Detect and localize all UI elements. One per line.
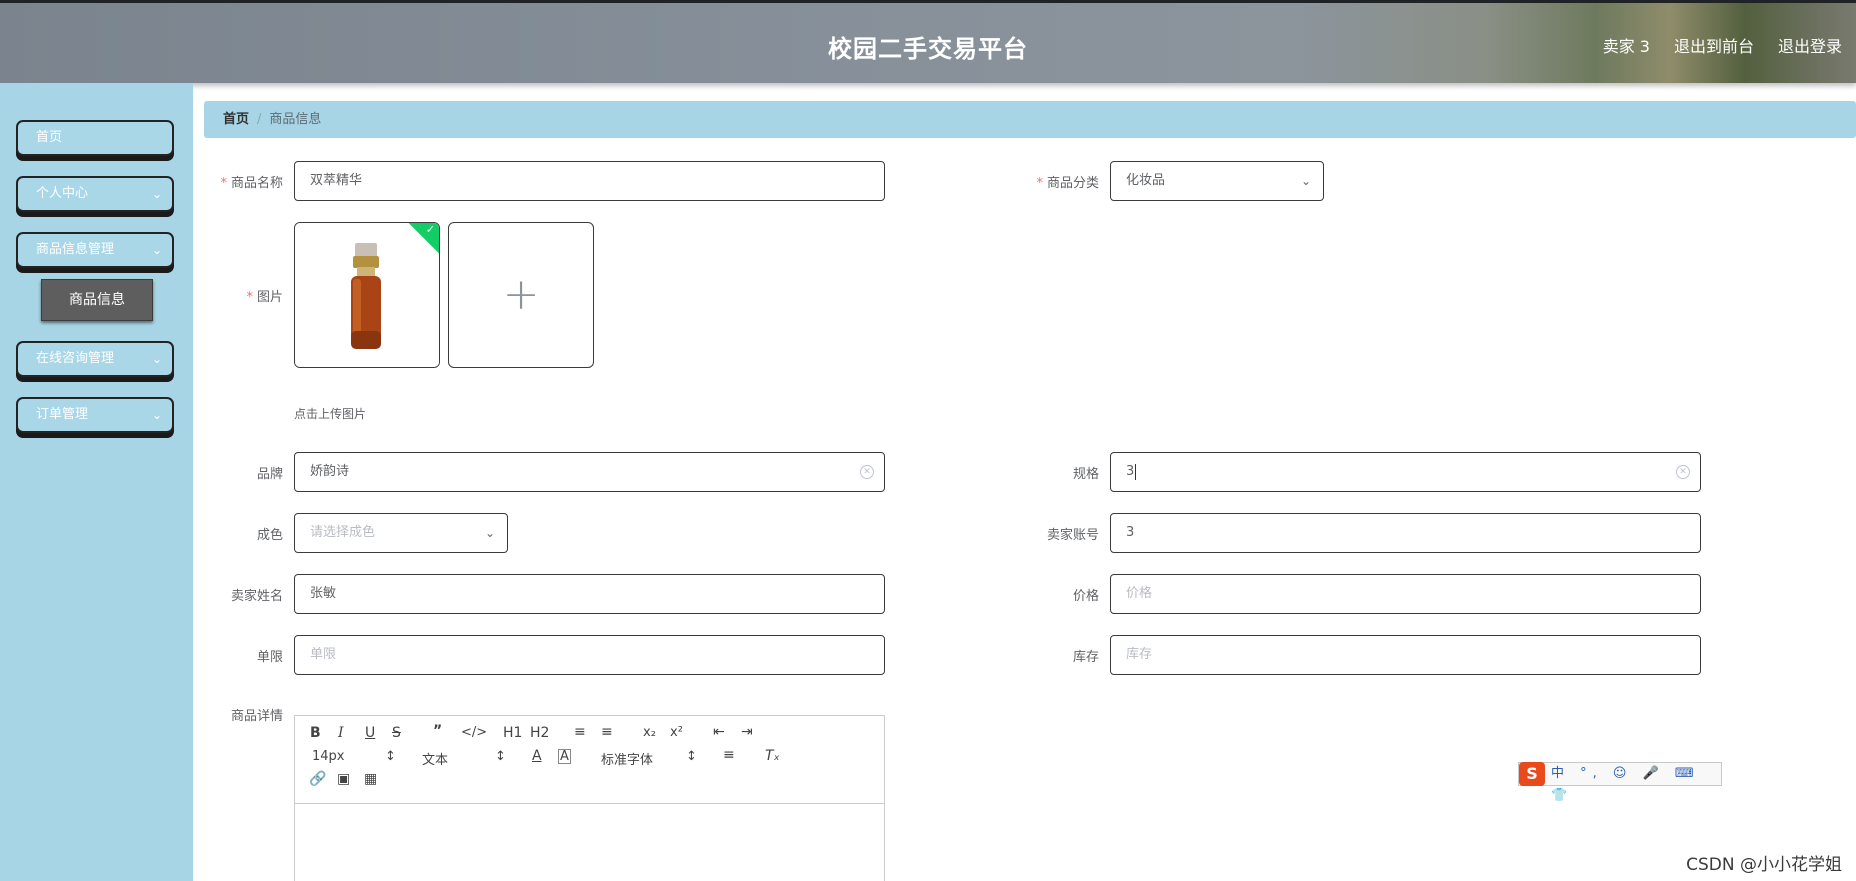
current-user-label[interactable]: 卖家 3 <box>1603 33 1650 57</box>
align-icon[interactable]: ≡ <box>723 747 735 763</box>
limit-label: 单限 <box>256 650 283 665</box>
brand-value: 娇韵诗 <box>310 464 350 479</box>
site-title: 校园二手交易平台 <box>828 35 1028 63</box>
ime-toolbar[interactable]: S 中 °, ☺ 🎤 ⌨ 👕 <box>1518 762 1722 803</box>
image-icon[interactable]: ▣ <box>337 771 350 787</box>
chevron-updown-icon: ↕ <box>495 749 506 764</box>
sidebar-item-label: 在线咨询管理 <box>36 351 115 366</box>
blockquote-icon[interactable]: ” <box>433 723 442 739</box>
category-value: 化妆品 <box>1126 173 1166 188</box>
sidebar: 首页 个人中心 ⌄ 商品信息管理 ⌄ 商品信息 在线咨询管理 ⌄ 订单管理 ⌄ <box>0 83 193 881</box>
subscript-icon[interactable]: x₂ <box>643 725 656 740</box>
sidebar-item-label: 个人中心 <box>36 186 89 201</box>
sidebar-item-product-management[interactable]: 商品信息管理 ⌄ <box>16 232 174 268</box>
plus-icon: + <box>502 269 540 320</box>
image-label: * 图片 <box>246 290 283 305</box>
breadcrumb: 首页 / 商品信息 <box>204 101 1856 138</box>
spec-input[interactable]: 3 ✕ <box>1110 452 1701 492</box>
sidebar-item-consult-management[interactable]: 在线咨询管理 ⌄ <box>16 341 174 377</box>
spec-label: 规格 <box>1072 467 1099 482</box>
condition-label: 成色 <box>256 528 283 543</box>
seller-account-label: 卖家账号 <box>1046 528 1099 543</box>
spec-value: 3 <box>1126 464 1135 479</box>
ime-icons: 中 °, ☺ 🎤 ⌨ 👕 <box>1551 766 1700 803</box>
sidebar-item-label: 首页 <box>36 130 63 145</box>
chevron-updown-icon: ↕ <box>385 749 396 764</box>
bold-icon[interactable]: B <box>310 725 321 741</box>
link-icon[interactable]: 🔗 <box>309 771 326 787</box>
limit-input[interactable]: 单限 <box>294 635 885 675</box>
chevron-down-icon: ⌄ <box>151 243 162 257</box>
breadcrumb-current: 商品信息 <box>269 112 322 127</box>
chevron-down-icon: ⌄ <box>151 408 162 422</box>
stock-label: 库存 <box>1072 650 1099 665</box>
font-size-select[interactable]: 14px <box>312 749 345 764</box>
condition-select[interactable]: 请选择成色 ⌄ <box>294 513 508 553</box>
sidebar-item-personal-center[interactable]: 个人中心 ⌄ <box>16 176 174 212</box>
product-name-input[interactable]: 双萃精华 <box>294 161 885 201</box>
seller-name-input[interactable]: 张敏 <box>294 574 885 614</box>
header-actions: 卖家 3 退出到前台 退出登录 <box>1603 33 1842 57</box>
sidebar-item-label: 商品信息管理 <box>36 242 115 257</box>
sidebar-item-order-management[interactable]: 订单管理 ⌄ <box>16 397 174 433</box>
text-caret <box>1135 463 1137 480</box>
uploaded-image-thumb[interactable]: ✓ <box>294 222 440 368</box>
text-type-select[interactable]: 文本 <box>422 749 448 768</box>
background-color-icon[interactable]: A <box>558 749 571 764</box>
back-to-front-link[interactable]: 退出到前台 <box>1674 33 1754 57</box>
sidebar-subitem-product-info[interactable]: 商品信息 <box>41 279 153 321</box>
ordered-list-icon[interactable]: ≡ <box>574 724 586 740</box>
chevron-updown-icon: ↕ <box>686 749 697 764</box>
header1-icon[interactable]: H1 <box>503 725 522 741</box>
stock-input[interactable]: 库存 <box>1110 635 1701 675</box>
seller-account-input[interactable]: 3 <box>1110 513 1701 553</box>
upload-add-button[interactable]: + <box>448 222 594 368</box>
rich-text-editor: B I U S ” </> H1 H2 ≡ ≡ x₂ x² ⇤ ⇥ 14px ↕… <box>294 715 885 881</box>
condition-placeholder: 请选择成色 <box>310 525 376 540</box>
detail-label: 商品详情 <box>230 709 283 724</box>
brand-label: 品牌 <box>256 467 283 482</box>
strike-icon[interactable]: S <box>392 725 401 741</box>
chevron-down-icon: ⌄ <box>484 526 495 540</box>
header2-icon[interactable]: H2 <box>530 725 549 741</box>
superscript-icon[interactable]: x² <box>670 725 683 740</box>
clear-icon[interactable]: ✕ <box>860 465 874 479</box>
sidebar-item-label: 订单管理 <box>36 407 89 422</box>
code-block-icon[interactable]: </> <box>461 725 487 740</box>
logout-link[interactable]: 退出登录 <box>1778 33 1842 57</box>
check-icon: ✓ <box>425 223 435 236</box>
category-select[interactable]: 化妆品 ⌄ <box>1110 161 1324 201</box>
font-family-select[interactable]: 标准字体 <box>601 749 653 768</box>
indent-icon[interactable]: ⇥ <box>741 724 753 740</box>
category-label: * 商品分类 <box>1036 176 1099 191</box>
outdent-icon[interactable]: ⇤ <box>713 724 725 740</box>
chevron-down-icon: ⌄ <box>151 187 162 201</box>
sogou-logo-icon: S <box>1519 762 1545 786</box>
product-name-label: * 商品名称 <box>220 176 283 191</box>
breadcrumb-home[interactable]: 首页 <box>223 112 249 127</box>
video-icon[interactable]: ▦ <box>364 771 377 787</box>
seller-name-label: 卖家姓名 <box>230 589 283 604</box>
underline-icon[interactable]: U <box>365 725 375 741</box>
upload-tip: 点击上传图片 <box>294 407 367 421</box>
editor-toolbar: B I U S ” </> H1 H2 ≡ ≡ x₂ x² ⇤ ⇥ 14px ↕… <box>295 716 884 804</box>
top-header: 校园二手交易平台 卖家 3 退出到前台 退出登录 <box>0 0 1856 83</box>
clear-icon[interactable]: ✕ <box>1676 465 1690 479</box>
chevron-down-icon: ⌄ <box>1300 174 1311 188</box>
italic-icon[interactable]: I <box>338 725 344 741</box>
bullet-list-icon[interactable]: ≡ <box>601 724 613 740</box>
sidebar-item-home[interactable]: 首页 <box>16 120 174 156</box>
watermark: CSDN @小小花学姐 <box>1686 855 1842 875</box>
font-color-icon[interactable]: A <box>532 748 542 764</box>
chevron-down-icon: ⌄ <box>151 352 162 366</box>
brand-input[interactable]: 娇韵诗 ✕ <box>294 452 885 492</box>
price-label: 价格 <box>1072 589 1099 604</box>
serum-bottle-image <box>295 223 439 367</box>
price-input[interactable]: 价格 <box>1110 574 1701 614</box>
clear-format-icon[interactable]: Tₓ <box>765 748 780 764</box>
